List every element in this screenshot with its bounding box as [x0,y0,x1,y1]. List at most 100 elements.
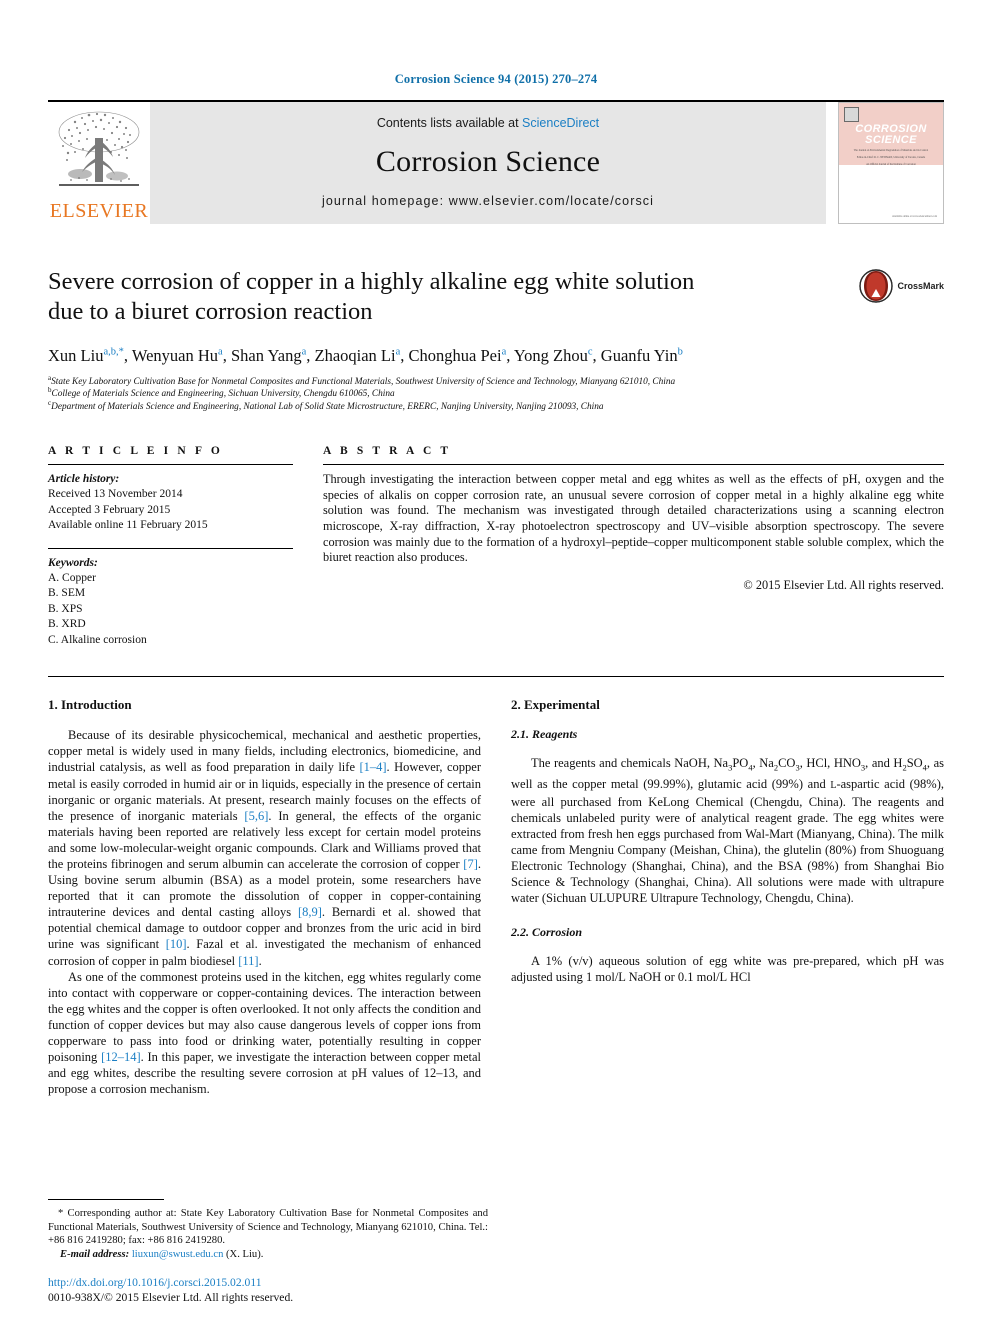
main-columns: 1. Introduction Because of its desirable… [48,697,944,1097]
affiliation-item: aState Key Laboratory Cultivation Base f… [48,374,944,388]
available-online-date: Available online 11 February 2015 [48,519,208,532]
intro-paragraph-2-left: As one of the commonest proteins used in… [48,969,481,1098]
article-info-column: A R T I C L E I N F O Article history: R… [48,445,323,648]
citation-ref[interactable]: [5,6] [244,809,268,823]
issn-copyright: 0010-938X/© 2015 Elsevier Ltd. All right… [48,1290,294,1304]
divider [48,464,293,466]
cover-footer-text: Available online at www.sciencedirect.co… [892,215,937,218]
keyword-item: B. SEM [48,587,86,600]
elsevier-logo: ELSEVIER [48,102,150,224]
sciencedirect-link[interactable]: ScienceDirect [522,116,599,130]
email-link[interactable]: liuxun@swust.edu.cn [132,1249,224,1260]
citation-ref[interactable]: [1–4] [359,760,386,774]
journal-title: Corrosion Science [375,145,601,178]
divider [323,464,944,466]
abstract-column: A B S T R A C T Through investigating th… [323,445,944,593]
column-left: 1. Introduction Because of its desirable… [48,697,481,1097]
author-marks: a [301,346,307,358]
text-run: , Na [752,756,774,771]
author-item: Wenyuan Hua [132,346,223,365]
keyword-item: B. XRD [48,618,86,631]
footnote-star: * [58,1208,64,1220]
text-run: , and H [865,756,903,771]
author-name: Guanfu Yin [600,346,678,365]
author-item: Shan Yanga [231,346,306,365]
divider [48,547,293,549]
section-heading-experimental-2: 2. Experimental [511,697,600,713]
author-name: Wenyuan Hu [131,346,219,365]
crossmark-label: CrossMark [897,281,944,291]
corresponding-author-note: * Corresponding author at: State Key Lab… [48,1207,488,1247]
doi-block: http://dx.doi.org/10.1016/j.corsci.2015.… [48,1276,488,1305]
received-date: Received 13 November 2014 [48,488,183,501]
corrosion-paragraph: A 1% (v/v) aqueous solution of egg white… [511,953,944,984]
section-heading-introduction: 1. Introduction [48,697,132,713]
affiliation-text: State Key Laboratory Cultivation Base fo… [51,377,676,387]
author-item: Zhaoqian Lia [315,346,401,365]
journal-cover-thumbnail[interactable]: CORROSION SCIENCE The Journal on Environ… [838,102,944,224]
text-run: SO [906,756,923,771]
citation-ref[interactable]: [8,9] [298,905,322,919]
citation-ref[interactable]: [11] [238,954,258,968]
keyword-item: B. XPS [48,602,83,615]
elsevier-wordmark: ELSEVIER [49,200,149,222]
title-line-2: due to a biuret corrosion reaction [48,298,373,325]
author-marks: c [587,346,593,358]
journal-header-center: Contents lists available at ScienceDirec… [150,102,826,224]
contents-prefix: Contents lists available at [376,116,523,130]
citation-ref[interactable]: [12–14] [101,1050,141,1064]
title-line-1: Severe corrosion of copper in a highly a… [48,268,695,295]
page-title: Severe corrosion of copper in a highly a… [48,267,843,327]
abstract-heading: A B S T R A C T [323,445,452,458]
author-item: Chonghua Peia [409,346,507,365]
citation-ref[interactable]: [7] [463,857,478,871]
article-page: Corrosion Science 94 (2015) 270–274 ELSE… [0,0,992,1323]
author-name: Xun Liu [48,346,104,365]
contents-available-line: Contents lists available at ScienceDirec… [377,116,599,130]
citation-ref[interactable]: [10] [166,937,187,951]
email-note: E-mail address: liuxun@swust.edu.cn (X. … [48,1248,488,1261]
author-item: Yong Zhouc [514,346,593,365]
affiliation-item: cDepartment of Materials Science and Eng… [48,399,944,413]
abstract-body: Through investigating the interaction be… [323,472,944,565]
affiliation-text: College of Materials Science and Enginee… [51,389,395,400]
abstract-copyright: © 2015 Elsevier Ltd. All rights reserved… [743,577,944,592]
author-item: Xun Liua,b,* [48,346,124,365]
cover-blurb-1: The Journal on Environmental Degradation… [853,149,929,152]
author-name: Chonghua Pei [408,346,502,365]
reagents-paragraph: The reagents and chemicals NaOH, Na3PO4,… [511,755,944,906]
cover-bottom: Available online at www.sciencedirect.co… [839,165,943,221]
cover-blurb-2: Editor-in-Chief: R. C. NEWMAN, Universit… [856,156,926,159]
title-block: Severe corrosion of copper in a highly a… [48,267,944,327]
subsection-heading-reagents: 2.1. Reagents [511,727,578,742]
text-run: -aspartic acid (98%), were all purchased… [511,776,944,906]
author-name: Zhaoqian Li [314,346,396,365]
running-head: Corrosion Science 94 (2015) 270–274 [394,72,598,86]
crossmark-icon [859,269,894,303]
footnote-divider [48,1199,164,1201]
keywords-label: Keywords: [48,556,98,569]
author-marks: a [395,346,401,358]
text-run: PO [732,756,749,771]
author-name: Shan Yang [230,346,302,365]
email-label: E-mail address: [60,1248,130,1260]
right-column-content: 2. Experimental 2.1. Reagents The reagen… [511,697,944,985]
text-run: , HCl, HNO [799,756,861,771]
footnote-text: Corresponding author at: State Key Labor… [48,1208,488,1247]
author-marks: a [501,346,507,358]
affiliation-list: aState Key Laboratory Cultivation Base f… [48,374,944,413]
article-history-label: Article history: [48,473,120,486]
column-right: 2. Experimental 2. Experimental 2.1. Rea… [511,697,944,1097]
keyword-item: A. Copper [48,571,96,584]
cover-top: CORROSION SCIENCE The Journal on Environ… [839,103,943,166]
journal-homepage[interactable]: journal homepage: www.elsevier.com/locat… [322,194,654,208]
text-run: CO [778,756,796,771]
author-marks: b [677,346,683,358]
text-run: . [258,953,262,968]
subsection-heading-corrosion: 2.2. Corrosion [511,924,583,939]
footnote-block: * Corresponding author at: State Key Lab… [48,1199,488,1261]
crossmark-badge[interactable]: CrossMark [859,269,944,303]
cover-mini-logo-icon [844,107,859,122]
doi-link[interactable]: http://dx.doi.org/10.1016/j.corsci.2015.… [48,1276,488,1291]
